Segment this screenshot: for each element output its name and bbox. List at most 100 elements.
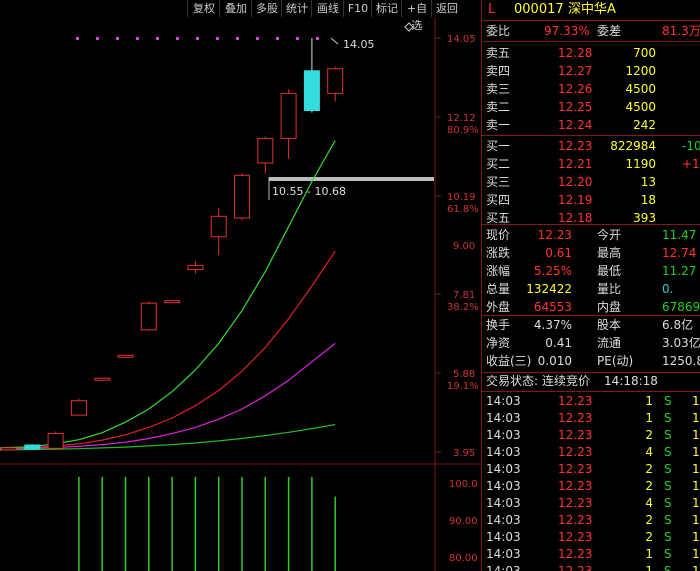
bid-row[interactable]: 买四 12.19 18 [482,191,700,210]
toolbar-button[interactable]: 复权 [187,0,220,17]
toolbar-button[interactable]: 叠加 [219,0,252,17]
candle[interactable] [234,173,250,221]
fund-value: 1250.8 [662,354,700,368]
tick-price: 12.23 [558,394,593,408]
tick-time: 14:03 [486,547,521,561]
tick-count: 1 [692,530,700,544]
tick-row[interactable]: 14:03 12.23 2 S 1 [482,529,700,546]
diamond-icon[interactable] [404,22,414,32]
limit-dot [256,37,259,40]
tick-row[interactable]: 14:03 12.23 2 S 1 [482,427,700,444]
limit-dot [236,37,239,40]
candle[interactable] [70,398,87,416]
candle[interactable] [327,66,344,102]
limit-dot [196,37,199,40]
trade-status-time: 14:18:18 [604,374,658,388]
kline-chart[interactable]: 14.05 12.12 80.9% 10.19 61.8% 9.00 7.81 … [0,17,481,571]
stat-value: 132422 [526,282,572,296]
ask-price: 12.27 [558,64,593,78]
tick-row[interactable]: 14:03 12.23 1 S 1 [482,393,700,410]
tick-count: 1 [692,411,700,425]
tick-count: 1 [692,479,700,493]
stock-quote-window: 复权 叠加 多股 统计 画线 F10 标记 +自选 返回 14.05 12.12 80.9% 1… [0,0,700,571]
toolbar-button[interactable]: 标记 [371,0,402,17]
tick-row[interactable]: 14:03 12.23 2 S 1 [482,478,700,495]
candle[interactable] [210,208,227,256]
bid-row[interactable]: 买三 12.20 13 [482,173,700,192]
ask-row[interactable]: 卖三 12.26 4500 [482,80,700,99]
tick-volume: 2 [645,513,653,527]
weicha-label: 委差 [597,24,622,38]
price-axis-label: 3.95 [453,448,475,459]
tick-side: S [664,479,672,493]
stat-value: 0. [662,282,674,296]
tick-row[interactable]: 14:03 12.23 2 S 1 [482,461,700,478]
toolbar-button[interactable]: 统计 [281,0,312,17]
tick-row[interactable]: 14:03 12.23 2 S 1 [482,512,700,529]
toolbar-button[interactable]: 多股 [251,0,282,17]
limit-dot [216,37,219,40]
chart-toolbar: 复权 叠加 多股 统计 画线 F10 标记 +自选 返回 [0,0,481,32]
tick-time: 14:03 [486,564,521,571]
price-axis-label: 5.88 [453,369,475,380]
tick-side: S [664,564,672,571]
candle[interactable] [47,431,64,449]
stat-label: 涨幅 [486,264,511,278]
stat-value: 11.47 [662,228,697,242]
candle-body [234,174,250,219]
pct-axis-label: 61.8% [447,204,479,215]
bid-volume: 13 [640,175,656,189]
stat-label: 涨跌 [486,246,511,260]
kline-chart-canvas[interactable]: 14.05 12.12 80.9% 10.19 61.8% 9.00 7.81 … [0,17,481,571]
candle-body [210,215,227,238]
candle-body [164,300,181,304]
bid-change: +1 [682,157,700,171]
toolbar-button[interactable]: +自选 [401,0,432,32]
candle[interactable] [140,301,157,332]
stat-row: 总量 132422 量比 0. [482,280,700,299]
ask-row[interactable]: 卖二 12.25 4500 [482,98,700,117]
ask-row[interactable]: 卖一 12.24 242 [482,116,700,135]
bid-row[interactable]: 买二 12.21 1190 +1 [482,155,700,174]
tick-count: 1 [692,445,700,459]
tick-row[interactable]: 14:03 12.23 1 S 1 [482,563,700,571]
ask-row[interactable]: 卖四 12.27 1200 [482,62,700,81]
tick-volume: 2 [645,462,653,476]
fund-row: 净资 0.41 流通 3.03亿 [482,334,700,353]
tick-price: 12.23 [558,547,593,561]
bid-row[interactable]: 买一 12.23 822984 -10 [482,137,700,156]
tick-price: 12.23 [558,496,593,510]
ask-price: 12.25 [558,100,593,114]
stat-label: 今开 [597,228,622,242]
tick-row[interactable]: 14:03 12.23 4 S 1 [482,444,700,461]
fund-value: 3.03亿 [662,336,700,350]
pct-axis-label: 19.1% [447,381,479,392]
bid-label: 买四 [486,193,511,207]
candle[interactable] [94,377,111,381]
candle[interactable] [117,354,134,358]
tick-side: S [664,547,672,561]
bid-label: 买二 [486,157,511,171]
tick-row[interactable]: 14:03 12.23 1 S 1 [482,546,700,563]
candle[interactable] [257,136,274,174]
tick-volume: 4 [645,496,653,510]
bid-change: -10 [682,139,700,153]
toolbar-button[interactable]: 返回 [431,0,462,17]
price-axis-label: 7.81 [453,290,475,301]
tick-row[interactable]: 14:03 12.23 1 S 1 [482,410,700,427]
tick-row[interactable]: 14:03 12.23 4 S 1 [482,495,700,512]
ask-volume: 4500 [625,82,656,96]
ask-row[interactable]: 卖五 12.28 700 [482,44,700,63]
tick-side: S [664,496,672,510]
candle[interactable] [280,89,297,159]
tick-price: 12.23 [558,564,593,571]
range-selection-bar[interactable] [269,177,434,181]
candle[interactable] [24,444,41,450]
toolbar-button[interactable]: 画线 [311,0,344,17]
candle-body [47,433,64,449]
candle[interactable] [164,300,181,304]
candle[interactable] [303,38,320,113]
candle[interactable] [187,261,204,274]
stat-value: 11.27 [662,264,697,278]
toolbar-button[interactable]: F10 [343,0,372,17]
